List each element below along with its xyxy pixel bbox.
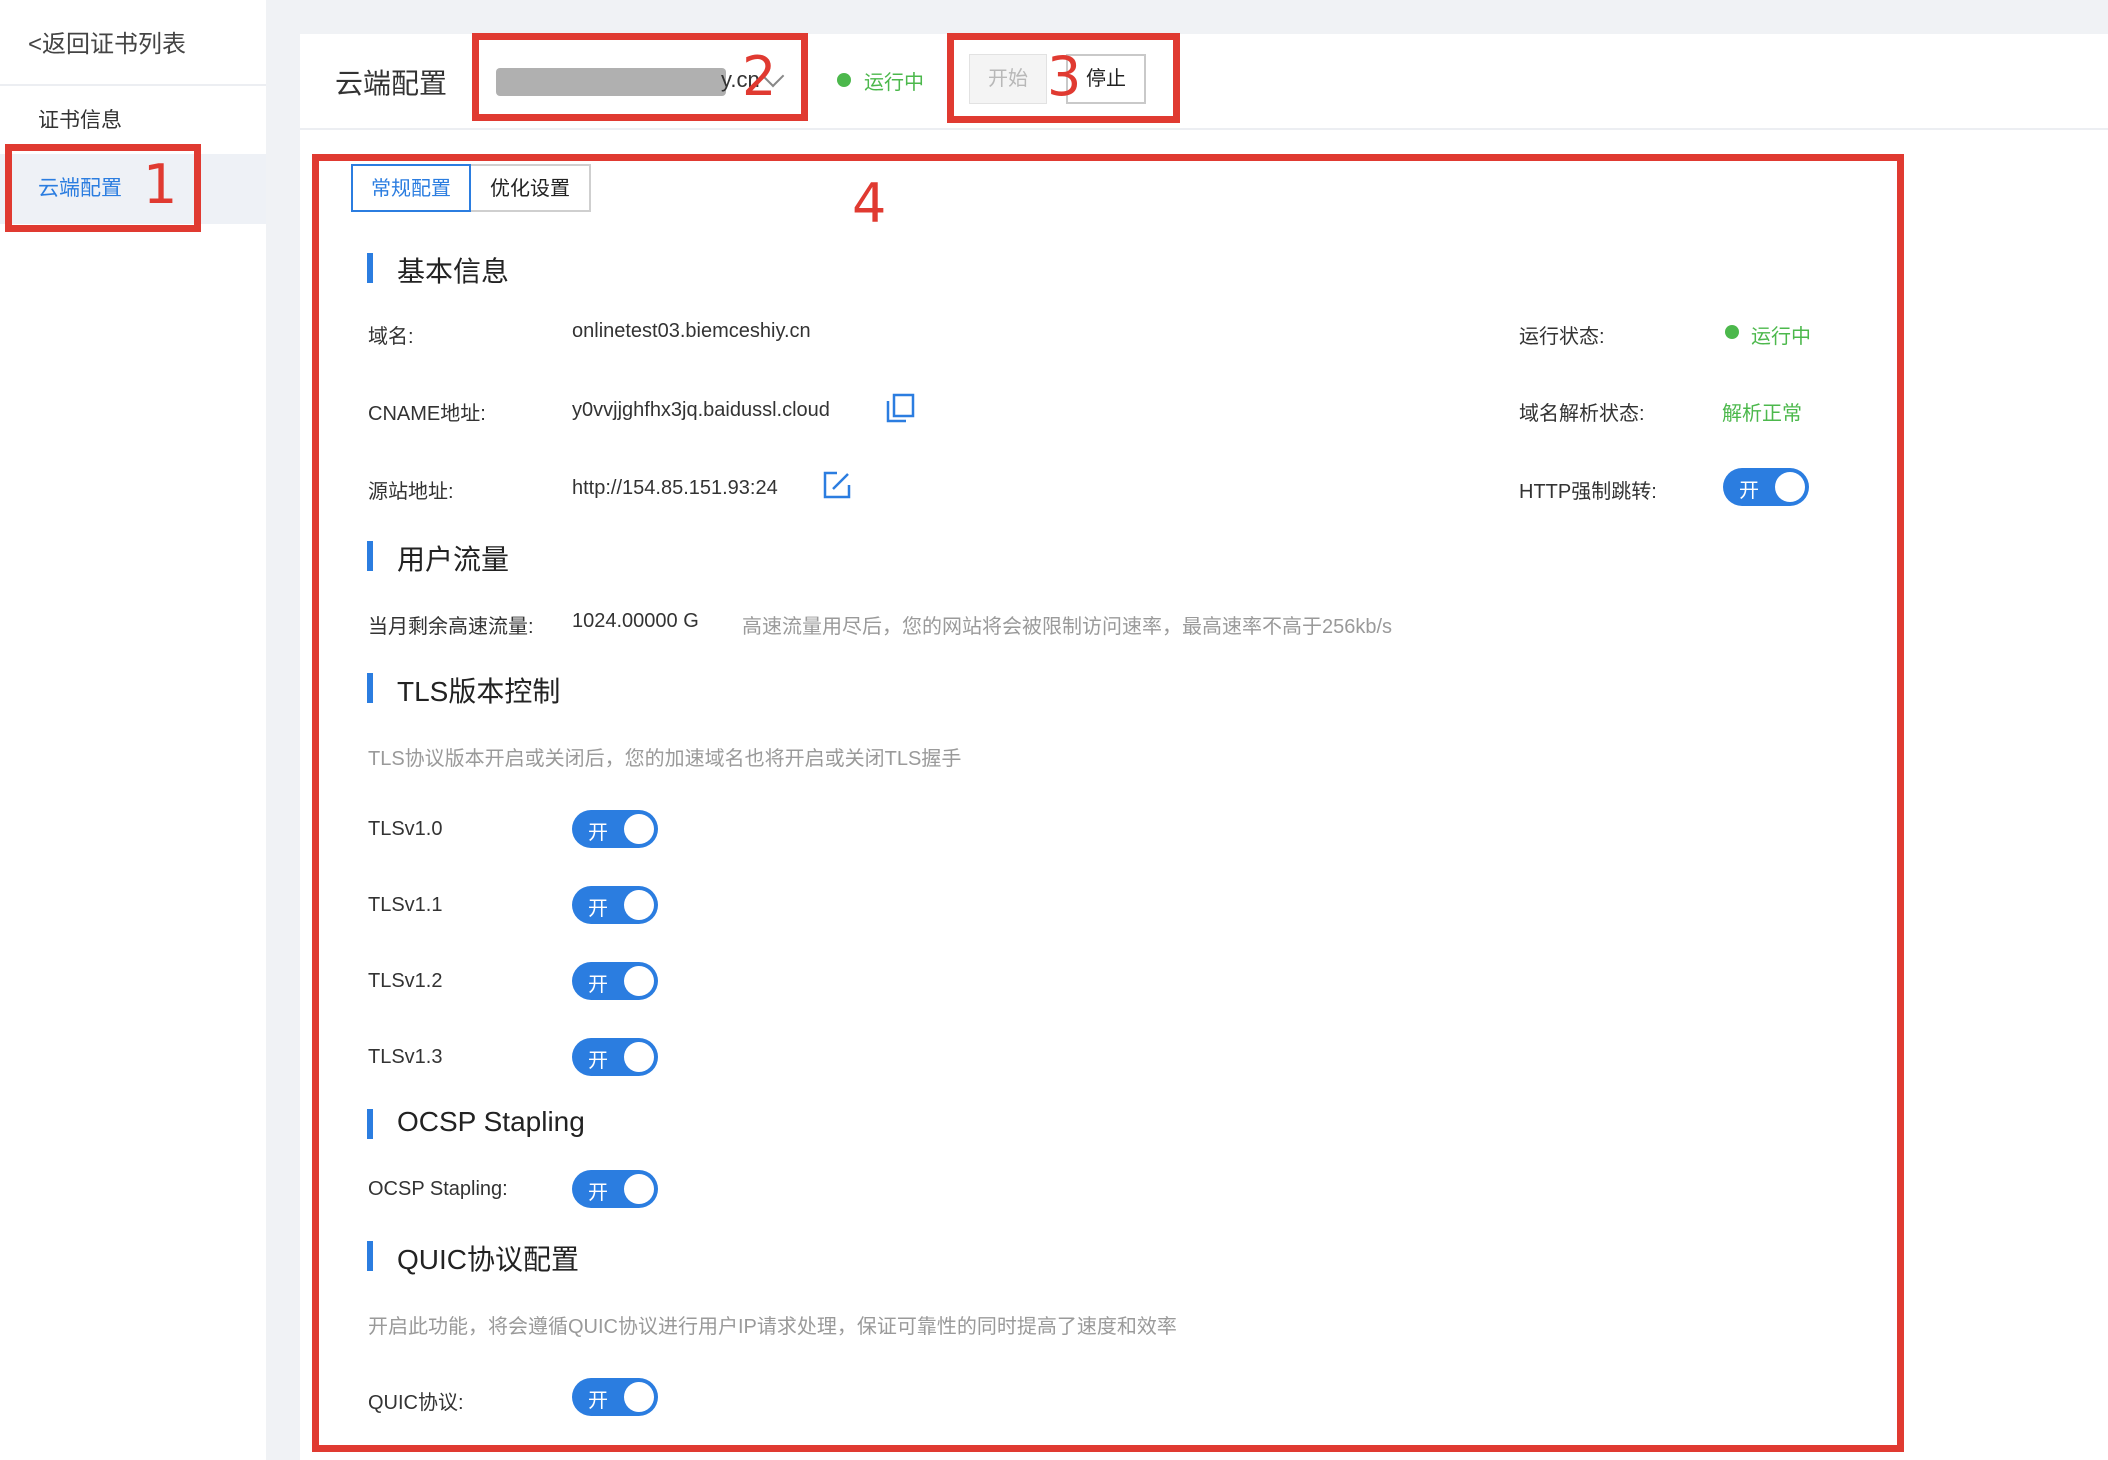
- page-title: 云端配置: [335, 68, 448, 99]
- back-to-cert-list-link[interactable]: <返回证书列表: [28, 24, 186, 59]
- annotation-box-4: [312, 154, 1904, 1452]
- annotation-number-1: 1: [143, 153, 178, 216]
- annotation-number-4: 4: [852, 172, 887, 235]
- header-status: 运行中: [864, 72, 924, 94]
- annotation-number-3: 3: [1047, 45, 1082, 108]
- annotation-number-2: 2: [742, 45, 777, 108]
- status-dot-icon: [837, 73, 851, 87]
